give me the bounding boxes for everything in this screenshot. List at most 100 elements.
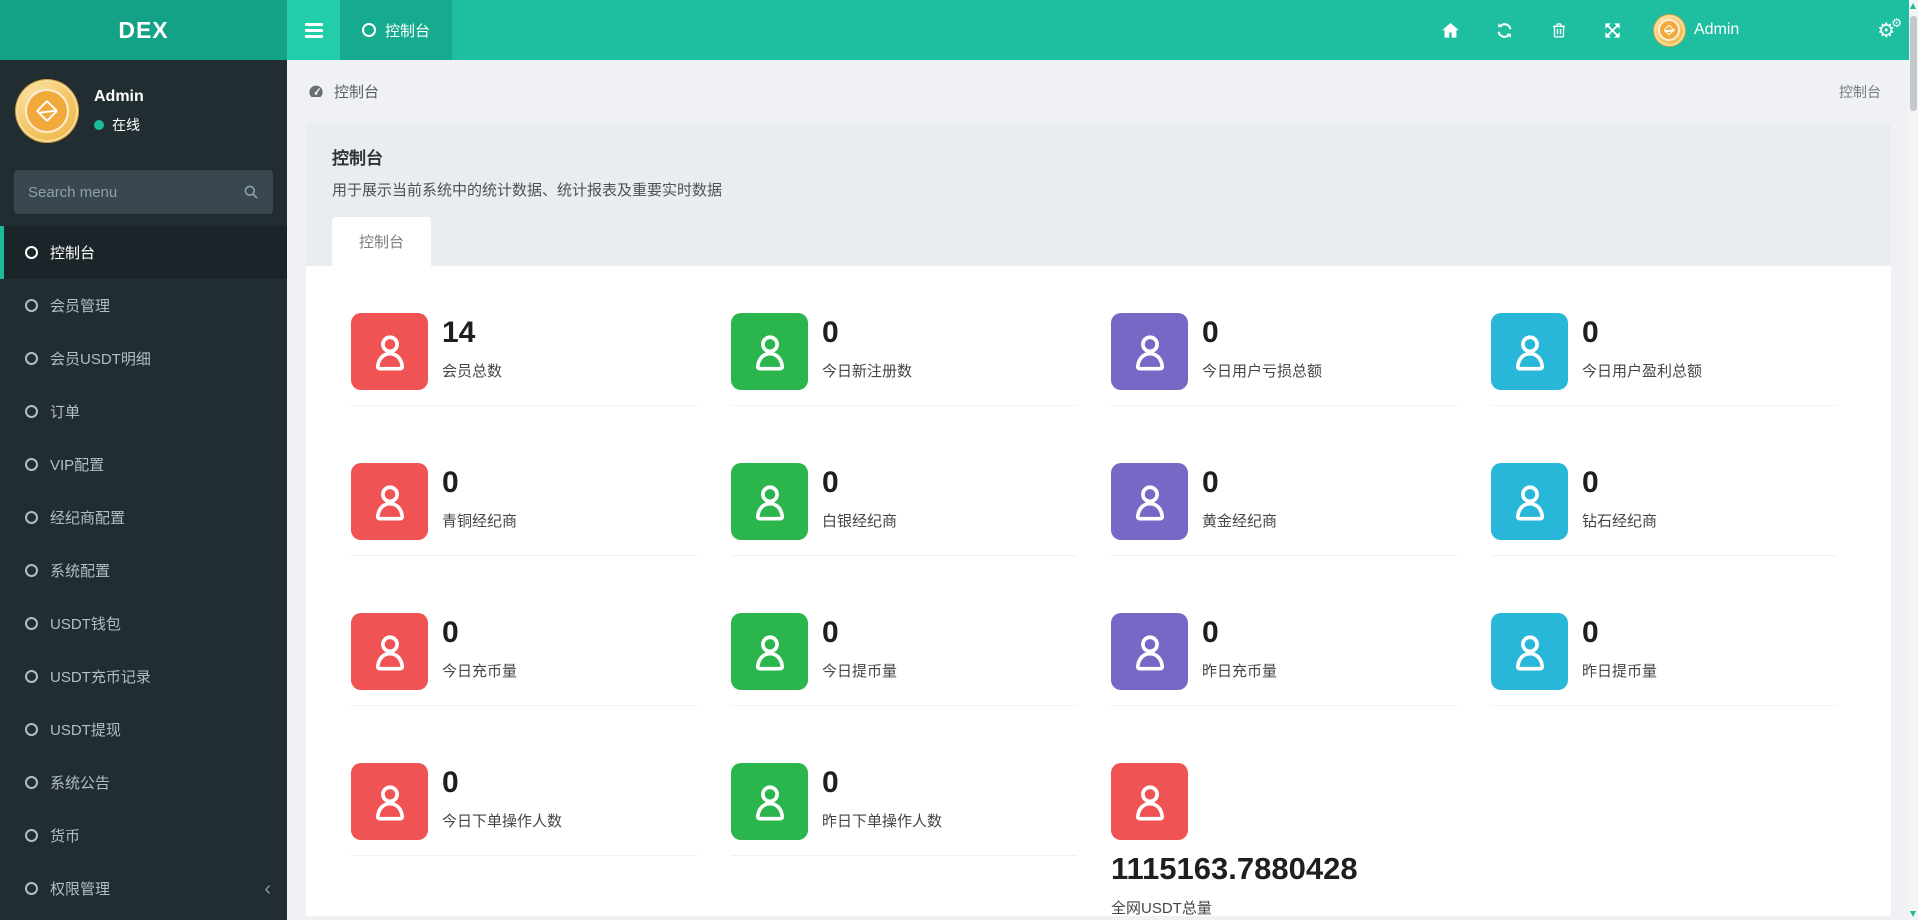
circle-icon [25, 776, 38, 789]
scroll-down-arrow-icon[interactable] [1910, 911, 1916, 917]
sidebar-user-panel: Admin 在线 [0, 60, 287, 156]
user-icon [1111, 613, 1188, 690]
stat-value: 0 [1582, 616, 1599, 649]
trash-icon [1552, 22, 1565, 38]
sidebar-item[interactable]: USDT钱包 ‹ [0, 597, 287, 650]
sidebar-menu: 控制台 ‹ 会员管理 ‹ 会员USDT明细 ‹ 订单 ‹ VIP配置 ‹ 经纪商… [0, 226, 287, 915]
search-input[interactable] [28, 183, 243, 201]
circle-icon [25, 617, 38, 630]
user-icon [351, 313, 428, 390]
sidebar-item[interactable]: USDT充币记录 ‹ [0, 650, 287, 703]
sidebar-item[interactable]: 经纪商配置 ‹ [0, 491, 287, 544]
sidebar-item[interactable]: 货币 ‹ [0, 809, 287, 862]
tab-dashboard[interactable]: 控制台 [340, 0, 453, 60]
sidebar-item[interactable]: 权限管理 ‹ [0, 862, 287, 915]
home-icon [1442, 22, 1460, 38]
user-icon [1491, 613, 1568, 690]
stat-label: 会员总数 [442, 363, 503, 380]
breadcrumb: 控制台 控制台 [306, 60, 1891, 123]
stats-grid: 14 会员总数 0 今日新注册数 0 今日用户亏损总额 0 今日用户盈利总额 0… [351, 313, 1871, 916]
refresh-icon [1497, 22, 1512, 38]
stat-card: 0 昨日提币量 [1491, 613, 1871, 763]
circle-icon [25, 511, 38, 524]
sidebar-item[interactable]: 会员管理 ‹ [0, 279, 287, 332]
user-menu[interactable]: Admin [1646, 14, 1747, 46]
expand-button[interactable] [1592, 0, 1634, 60]
stat-card: 0 青铜经纪商 [351, 463, 731, 613]
stat-card: 1115163.7880428 全网USDT总量 [1111, 763, 1491, 916]
stat-value: 0 [1202, 316, 1219, 349]
sidebar-item[interactable]: VIP配置 ‹ [0, 438, 287, 491]
sidebar-item[interactable]: 会员USDT明细 ‹ [0, 332, 287, 385]
sidebar-item-label: 会员管理 [50, 298, 111, 315]
sidebar-item[interactable]: USDT提现 ‹ [0, 703, 287, 756]
user-icon [1491, 463, 1568, 540]
stat-label: 钻石经纪商 [1582, 513, 1658, 530]
stat-label: 今日用户亏损总额 [1202, 363, 1323, 380]
sidebar-item-label: 经纪商配置 [50, 510, 126, 527]
page-subtitle: 用于展示当前系统中的统计数据、统计报表及重要实时数据 [332, 182, 723, 199]
breadcrumb-right-label: 控制台 [1839, 83, 1881, 100]
circle-icon [25, 670, 38, 683]
stat-label: 今日新注册数 [822, 363, 913, 380]
stat-label: 今日用户盈利总额 [1582, 363, 1703, 380]
page-title: 控制台 [332, 149, 383, 168]
circle-icon [25, 829, 38, 842]
settings-button[interactable]: ⚙ ⚙ [1877, 16, 1902, 43]
user-icon [731, 463, 808, 540]
user-icon [351, 763, 428, 840]
search-icon[interactable] [243, 184, 259, 200]
stat-value: 0 [822, 466, 839, 499]
user-icon [731, 613, 808, 690]
online-status-label: 在线 [112, 116, 140, 133]
stat-card: 14 会员总数 [351, 313, 731, 463]
user-icon [1491, 313, 1568, 390]
stat-value: 0 [1202, 616, 1219, 649]
trash-button[interactable] [1538, 0, 1580, 60]
admin-dashboard: DEX 控制台 Admin ⚙ ⚙ Admin 在线 Search menu 控… [0, 0, 1918, 920]
stat-card: 0 今日充币量 [351, 613, 731, 763]
sidebar-item-label: 系统公告 [50, 775, 111, 792]
sidebar-item-label: 订单 [50, 404, 81, 421]
main-content: 控制台 控制台 控制台 用于展示当前系统中的统计数据、统计报表及重要实时数据 控… [287, 60, 1918, 920]
vertical-scrollbar[interactable] [1909, 0, 1918, 920]
stat-card: 0 黄金经纪商 [1111, 463, 1491, 613]
sidebar-item[interactable]: 系统公告 ‹ [0, 756, 287, 809]
home-button[interactable] [1430, 0, 1472, 60]
stat-label: 昨日提币量 [1582, 663, 1658, 680]
circle-icon [25, 352, 38, 365]
sidebar-item-label: USDT钱包 [50, 616, 121, 633]
sidebar-item-label: USDT充币记录 [50, 669, 151, 686]
breadcrumb-current[interactable]: 控制台 [307, 81, 379, 102]
circle-icon [25, 246, 38, 259]
sidebar-toggle-button[interactable] [287, 0, 340, 60]
scrollbar-thumb[interactable] [1910, 16, 1917, 111]
avatar [1653, 14, 1685, 46]
user-icon [731, 313, 808, 390]
sidebar-item-label: 会员USDT明细 [50, 351, 151, 368]
stat-value: 0 [822, 316, 839, 349]
top-navbar: DEX 控制台 Admin ⚙ ⚙ [0, 0, 1918, 60]
refresh-button[interactable] [1484, 0, 1526, 60]
tab-console[interactable]: 控制台 [332, 217, 432, 266]
sidebar-item[interactable]: 控制台 ‹ [0, 226, 287, 279]
sidebar-item-label: 货币 [50, 828, 81, 845]
stat-value: 0 [822, 616, 839, 649]
stat-label: 黄金经纪商 [1202, 513, 1278, 530]
tab-label: 控制台 [385, 22, 431, 40]
avatar [16, 80, 78, 142]
circle-icon [25, 299, 38, 312]
sidebar-item[interactable]: 系统配置 ‹ [0, 544, 287, 597]
sidebar: Admin 在线 控制台 ‹ 会员管理 ‹ 会员USDT明细 ‹ 订单 ‹ VI… [0, 60, 287, 920]
scroll-up-arrow-icon[interactable] [1910, 3, 1916, 9]
stat-label: 今日下单操作人数 [442, 813, 563, 830]
user-icon [1111, 313, 1188, 390]
navbar-actions: Admin ⚙ ⚙ [1430, 0, 1918, 60]
sidebar-item[interactable]: 订单 ‹ [0, 385, 287, 438]
stat-card: 0 昨日充币量 [1111, 613, 1491, 763]
stat-label: 今日提币量 [822, 663, 898, 680]
dashboard-icon [309, 85, 323, 97]
circle-icon [25, 405, 38, 418]
brand-logo[interactable]: DEX [0, 0, 287, 60]
stat-card: 0 今日用户盈利总额 [1491, 313, 1871, 463]
